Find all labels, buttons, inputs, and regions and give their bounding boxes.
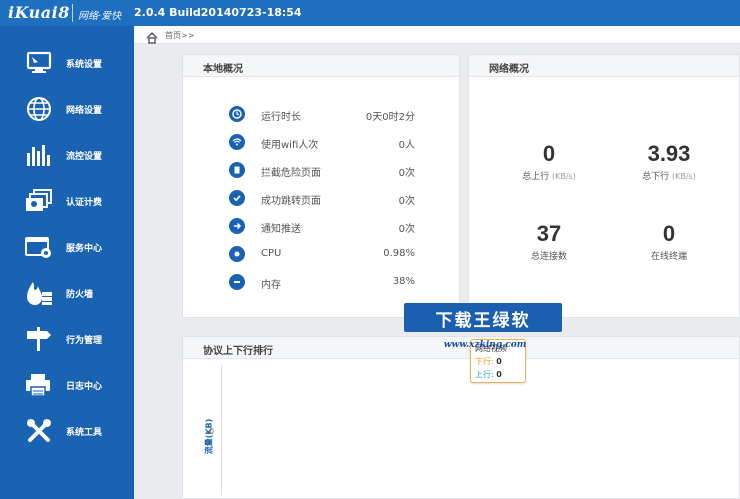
chart-y-axis-label: 流量(KB): [204, 418, 214, 455]
stat-value: 0次: [398, 168, 415, 179]
sidebar-item-label: 系统工具: [66, 427, 103, 438]
top-bar: iKuai8 网络·爱快 2.0.4 Build20140723-18:54: [0, 0, 740, 26]
metric-caption-text: 总连接数: [530, 252, 567, 262]
version-label: 2.0.4 Build20140723-18:54: [134, 6, 302, 19]
metric-unit: (KB/s): [672, 172, 696, 181]
sidebar-item-firewall[interactable]: 防火墙: [0, 270, 134, 316]
stat-label: 成功跳转页面: [261, 196, 321, 207]
sidebar-item-flow-control[interactable]: 流控设置: [0, 132, 134, 178]
memory-icon: [229, 274, 245, 290]
metric-caption: 总下行 (KB/s): [609, 169, 729, 182]
sidebar-item-label: 流控设置: [66, 151, 103, 162]
stat-value: 0人: [398, 140, 415, 151]
home-icon[interactable]: [146, 29, 158, 44]
stat-value: 38%: [392, 276, 415, 287]
protocol-rank-panel: 协议上下行排行 流量(KB) 0: [182, 336, 740, 499]
page-icon: [229, 162, 245, 178]
sidebar-item-label: 日志中心: [66, 381, 103, 392]
cpu-icon: [229, 246, 245, 262]
stat-label: 使用wifi人次: [261, 140, 319, 151]
local-overview-panel: 本地概况 运行时长 0天0时2分 使用wifi人次 0人 拦截危险页面 0次 成…: [182, 54, 460, 318]
stat-label: 拦截危险页面: [261, 168, 321, 179]
metric-total-upload: 0 总上行 (KB/s): [489, 141, 609, 182]
bar-chart-icon: [24, 140, 54, 170]
watermark-banner: 下载王绿软: [404, 303, 562, 332]
metric-unit: (KB/s): [552, 172, 576, 181]
stat-row-memory: 内存 38%: [183, 271, 461, 295]
stat-value: 0天0时2分: [365, 112, 415, 123]
arrow-right-icon: [229, 218, 245, 234]
slogan: 网络·爱快: [78, 11, 122, 22]
main-content: 本地概况 运行时长 0天0时2分 使用wifi人次 0人 拦截危险页面 0次 成…: [134, 44, 740, 499]
sidebar-item-auth-billing[interactable]: 认证计费: [0, 178, 134, 224]
tools-icon: [24, 416, 54, 446]
sidebar-item-label: 防火墙: [66, 289, 94, 300]
metric-total-connections: 37 总连接数: [489, 221, 609, 262]
breadcrumb-home-link[interactable]: 首页>>: [165, 30, 194, 41]
metric-value: 3.93: [647, 141, 691, 166]
printer-icon: [24, 370, 54, 400]
signpost-icon: [24, 324, 54, 354]
stat-row-wifi: 使用wifi人次 0人: [183, 131, 461, 155]
stat-row-blocked-pages: 拦截危险页面 0次: [183, 159, 461, 183]
sidebar-item-label: 认证计费: [66, 197, 103, 208]
sidebar-item-label: 系统设置: [66, 59, 103, 70]
metric-caption-text: 在线终端: [650, 252, 687, 262]
chart-y-tick: 0: [209, 427, 215, 436]
metric-caption: 在线终端: [609, 249, 729, 262]
auth-screens-icon: [24, 186, 54, 216]
globe-icon: [24, 94, 54, 124]
stat-value: 0.98%: [383, 248, 415, 259]
metric-value: 0: [662, 221, 676, 246]
sidebar-item-label: 网络设置: [66, 105, 103, 116]
sidebar-item-label: 服务中心: [66, 243, 103, 254]
chart-y-axis: [221, 365, 222, 495]
stat-label: 运行时长: [261, 112, 301, 123]
metric-caption: 总上行 (KB/s): [489, 169, 609, 182]
check-icon: [229, 190, 245, 206]
wifi-icon: [229, 134, 245, 150]
panel-title: 网络概况: [469, 55, 739, 77]
metric-caption-text: 总上行: [522, 172, 550, 182]
stat-row-notify-push: 通知推送 0次: [183, 215, 461, 239]
stat-value: 0次: [398, 196, 415, 207]
metric-online-terminals: 0 在线终端: [609, 221, 729, 262]
sidebar: 系统设置 网络设置 流控设置 认证计费 服务中心 防火墙 行为管理 日志中心 系…: [0, 26, 134, 499]
stat-row-redirect-pages: 成功跳转页面 0次: [183, 187, 461, 211]
sidebar-item-label: 行为管理: [66, 335, 103, 346]
sidebar-item-service-center[interactable]: 服务中心: [0, 224, 134, 270]
metric-caption-text: 总下行: [642, 172, 670, 182]
firewall-icon: [24, 278, 54, 308]
stat-label: 通知推送: [261, 224, 301, 235]
tooltip-upload-value: 0: [496, 370, 502, 379]
stat-label: 内存: [261, 280, 281, 291]
watermark-url: www.xzking.com: [443, 340, 527, 350]
metric-value: 0: [542, 141, 556, 166]
stat-label: CPU: [261, 248, 282, 259]
metric-total-download: 3.93 总下行 (KB/s): [609, 141, 729, 182]
panel-title: 本地概况: [183, 55, 459, 77]
stat-row-cpu: CPU 0.98%: [183, 243, 461, 267]
sidebar-item-network-settings[interactable]: 网络设置: [0, 86, 134, 132]
tooltip-download: 下行: 0: [475, 356, 521, 367]
stat-row-uptime: 运行时长 0天0时2分: [183, 103, 461, 127]
logo: iKuai8: [8, 3, 70, 22]
logo-divider: [72, 4, 73, 22]
metric-caption: 总连接数: [489, 249, 609, 262]
monitor-icon: [24, 48, 54, 78]
stat-value: 0次: [398, 224, 415, 235]
tooltip-download-label: 下行:: [475, 357, 494, 366]
sidebar-item-system-tools[interactable]: 系统工具: [0, 408, 134, 454]
network-overview-panel: 网络概况 0 总上行 (KB/s) 3.93 总下行 (KB/s) 37 总连接…: [468, 54, 740, 318]
tooltip-upload: 上行: 0: [475, 369, 521, 380]
tooltip-upload-label: 上行:: [475, 370, 494, 379]
sidebar-item-behavior-management[interactable]: 行为管理: [0, 316, 134, 362]
sidebar-item-system-settings[interactable]: 系统设置: [0, 40, 134, 86]
clock-icon: [229, 106, 245, 122]
browser-gear-icon: [24, 232, 54, 262]
metric-value: 37: [536, 221, 562, 246]
tooltip-download-value: 0: [496, 357, 502, 366]
breadcrumb: 首页>>: [134, 26, 740, 44]
sidebar-item-log-center[interactable]: 日志中心: [0, 362, 134, 408]
